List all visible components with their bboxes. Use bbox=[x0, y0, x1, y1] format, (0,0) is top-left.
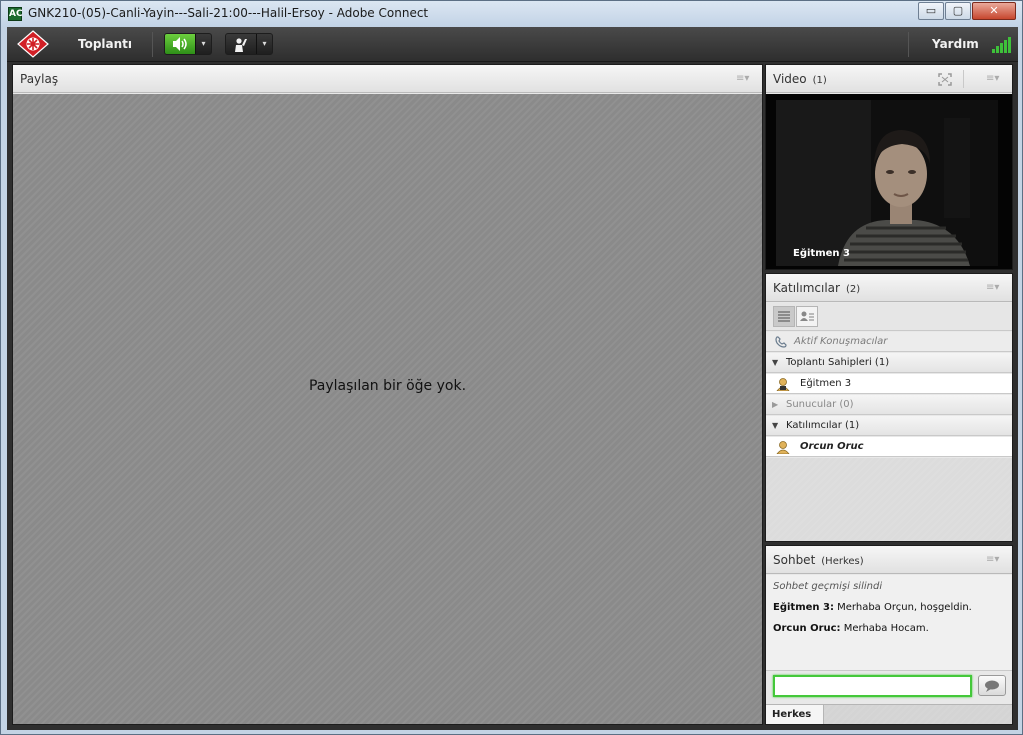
fullscreen-icon[interactable] bbox=[938, 73, 952, 86]
video-pod-header: Video (1) ≡▾ bbox=[766, 65, 1012, 93]
chat-input-area bbox=[766, 670, 1012, 702]
chat-text: Merhaba Orçun, hoşgeldin. bbox=[833, 602, 972, 613]
adobe-connect-app-icon: AC bbox=[8, 7, 23, 21]
chat-scope: (Herkes) bbox=[821, 556, 864, 567]
chat-text: Merhaba Hocam. bbox=[840, 623, 929, 634]
menu-separator bbox=[152, 32, 153, 57]
meeting-room: Toplantı ▾ ▾ Yardım Paylaş ≡▾ Paylaşılan… bbox=[7, 27, 1018, 730]
chat-sender: Eğitmen 3: bbox=[773, 602, 834, 613]
list-view-button[interactable] bbox=[773, 306, 795, 327]
webcam-video: Eğitmen 3 bbox=[766, 94, 1012, 269]
share-stage: Paylaşılan bir öğe yok. bbox=[13, 94, 762, 724]
attendees-toolbar bbox=[766, 303, 1012, 331]
chat-pod-menu-icon[interactable]: ≡▾ bbox=[986, 554, 1004, 566]
window-title: GNK210-(05)-Canli-Yayin---Sali-21:00---H… bbox=[28, 6, 429, 20]
host-user-icon bbox=[776, 378, 790, 391]
attendees-pod: Katılımcılar (2) ≡▾ Aktif Konuşmacılar ▼… bbox=[765, 273, 1013, 542]
connection-signal-icon bbox=[992, 37, 1011, 53]
speech-bubble-icon bbox=[985, 680, 999, 692]
video-speaker-name: Eğitmen 3 bbox=[793, 248, 850, 259]
group-participants-label: Katılımcılar (1) bbox=[786, 420, 860, 431]
share-pod-header: Paylaş ≡▾ bbox=[13, 65, 762, 93]
menu-separator bbox=[908, 32, 909, 57]
video-pod-title: Video (1) bbox=[773, 72, 827, 86]
video-pod: Video (1) ≡▾ Eğitmen 3 bbox=[765, 64, 1013, 270]
share-pod: Paylaş ≡▾ Paylaşılan bir öğe yok. bbox=[12, 64, 763, 725]
webcam-feed-image bbox=[766, 94, 1012, 269]
status-button[interactable]: ▾ bbox=[225, 33, 273, 55]
video-pod-menu-icon[interactable]: ≡▾ bbox=[986, 73, 1004, 85]
chat-history: Sohbet geçmişi silindi Eğitmen 3: Merhab… bbox=[766, 575, 1012, 670]
speaker-icon[interactable] bbox=[165, 34, 195, 54]
expanded-triangle-icon[interactable]: ▼ bbox=[772, 353, 778, 372]
collapsed-triangle-icon[interactable]: ▶ bbox=[772, 395, 778, 414]
chat-pod-title: Sohbet (Herkes) bbox=[773, 553, 864, 567]
attendee-name: Orcun Oruc bbox=[800, 441, 864, 452]
window-controls: ▭ ▢ ✕ bbox=[917, 2, 1016, 20]
attendee-row[interactable]: Eğitmen 3 bbox=[766, 374, 1012, 394]
chat-message: Eğitmen 3: Merhaba Orçun, hoşgeldin. bbox=[773, 602, 1005, 613]
minimize-button[interactable]: ▭ bbox=[918, 2, 944, 20]
expanded-triangle-icon[interactable]: ▼ bbox=[772, 416, 778, 435]
chat-message: Orcun Oruc: Merhaba Hocam. bbox=[773, 623, 1005, 634]
meeting-menu[interactable]: Toplantı bbox=[78, 37, 132, 51]
chat-tab-bar: Herkes bbox=[766, 704, 1012, 724]
group-presenters[interactable]: ▶ Sunucular (0) bbox=[766, 395, 1012, 415]
maximize-button[interactable]: ▢ bbox=[945, 2, 971, 20]
chat-system-message: Sohbet geçmişi silindi bbox=[773, 581, 883, 592]
share-empty-message: Paylaşılan bir öğe yok. bbox=[308, 378, 467, 394]
attendees-empty-area bbox=[766, 458, 1012, 541]
meeting-menubar: Toplantı ▾ ▾ Yardım bbox=[7, 27, 1018, 62]
chat-pod: Sohbet (Herkes) ≡▾ Sohbet geçmişi silindi… bbox=[765, 545, 1013, 725]
group-participants[interactable]: ▼ Katılımcılar (1) bbox=[766, 416, 1012, 436]
chat-message-input[interactable] bbox=[773, 675, 972, 697]
close-button[interactable]: ✕ bbox=[972, 2, 1016, 20]
participant-user-icon bbox=[776, 441, 790, 454]
chat-tab-everyone[interactable]: Herkes bbox=[766, 705, 824, 724]
attendees-pod-header: Katılımcılar (2) ≡▾ bbox=[766, 274, 1012, 302]
application-window: AC GNK210-(05)-Canli-Yayin---Sali-21:00-… bbox=[0, 0, 1023, 735]
list-view-icon bbox=[778, 311, 790, 322]
header-divider bbox=[963, 70, 964, 88]
group-hosts[interactable]: ▼ Toplantı Sahipleri (1) bbox=[766, 353, 1012, 373]
group-presenters-label: Sunucular (0) bbox=[786, 399, 854, 410]
attendees-pod-count: (2) bbox=[845, 284, 861, 295]
attendees-pod-menu-icon[interactable]: ≡▾ bbox=[986, 282, 1004, 294]
send-message-button[interactable] bbox=[978, 675, 1006, 696]
share-pod-title: Paylaş bbox=[20, 72, 59, 86]
attendee-detail-view-button[interactable] bbox=[796, 306, 818, 327]
attendee-row[interactable]: Orcun Oruc bbox=[766, 437, 1012, 457]
group-hosts-label: Toplantı Sahipleri (1) bbox=[786, 357, 890, 368]
share-pod-menu-icon[interactable]: ≡▾ bbox=[736, 73, 754, 85]
chat-pod-header: Sohbet (Herkes) ≡▾ bbox=[766, 546, 1012, 574]
attendee-name: Eğitmen 3 bbox=[800, 378, 852, 389]
raise-hand-icon[interactable] bbox=[226, 34, 256, 54]
active-speakers-row: Aktif Konuşmacılar bbox=[766, 332, 1012, 352]
status-dropdown-arrow[interactable]: ▾ bbox=[256, 34, 272, 54]
window-titlebar[interactable]: AC GNK210-(05)-Canli-Yayin---Sali-21:00-… bbox=[1, 1, 1022, 27]
active-speakers-label: Aktif Konuşmacılar bbox=[794, 336, 888, 347]
help-menu[interactable]: Yardım bbox=[932, 37, 979, 51]
phone-icon bbox=[775, 336, 787, 348]
video-pod-count: (1) bbox=[812, 75, 827, 86]
attendees-pod-title: Katılımcılar (2) bbox=[773, 281, 861, 295]
speaker-toggle-button[interactable]: ▾ bbox=[164, 33, 212, 55]
university-logo-icon bbox=[17, 30, 49, 58]
chat-sender: Orcun Oruc: bbox=[773, 623, 841, 634]
speaker-dropdown-arrow[interactable]: ▾ bbox=[195, 34, 211, 54]
user-card-icon bbox=[800, 311, 814, 321]
